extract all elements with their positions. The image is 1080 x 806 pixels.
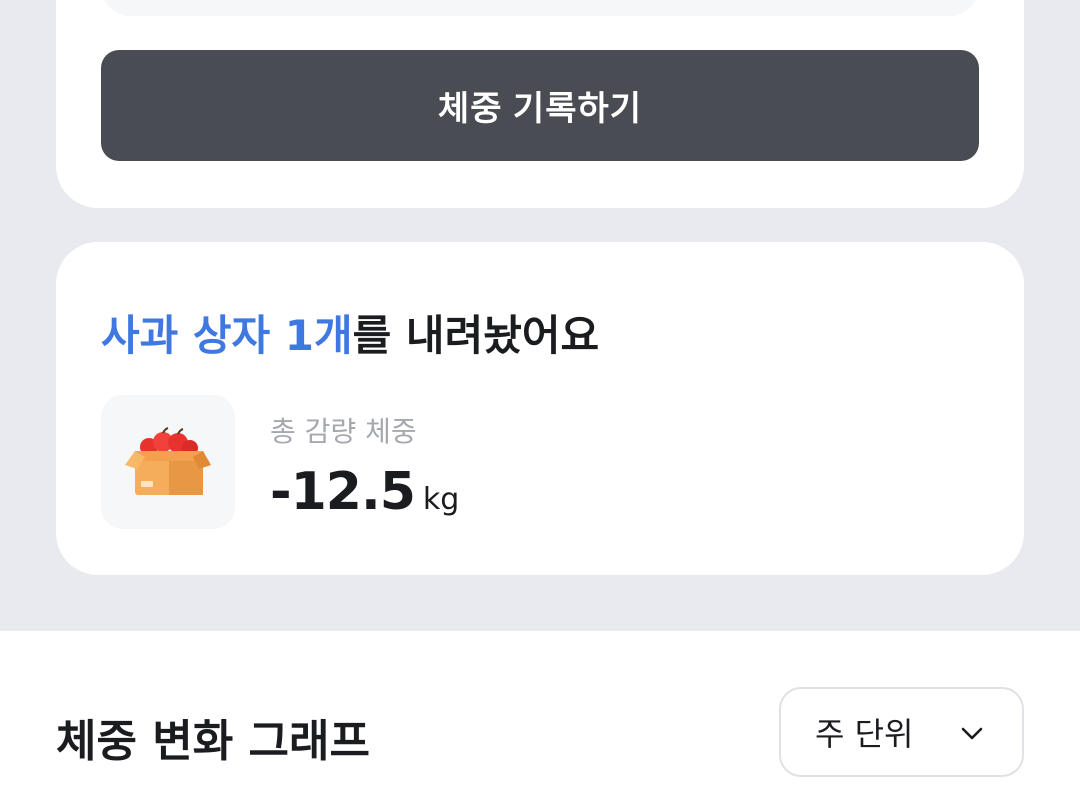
achievement-card: 사과 상자 1개를 내려놨어요 총 감량 체중 -12.5 kg [56, 242, 1024, 575]
apple-box-icon [125, 427, 211, 495]
total-loss-label: 총 감량 체중 [270, 415, 417, 448]
total-loss-unit: kg [422, 482, 460, 517]
graph-title: 체중 변화 그래프 [56, 716, 370, 767]
chevron-down-icon [961, 727, 983, 740]
apple-box-icon-container [101, 395, 235, 529]
page: 체중 기록하기 사과 상자 1개를 내려놨어요 총 감량 체중 -12.5 kg… [0, 0, 1080, 806]
weight-entry-card: 체중 기록하기 [56, 0, 1024, 208]
period-dropdown[interactable]: 주 단위 [779, 687, 1024, 777]
record-weight-button[interactable]: 체중 기록하기 [101, 50, 979, 161]
achievement-title-highlight: 사과 상자 1개 [101, 311, 353, 360]
total-loss-value: -12.5 [270, 462, 416, 522]
achievement-title-rest: 를 내려놨어요 [352, 311, 600, 360]
weight-graph-section: 체중 변화 그래프 주 단위 [0, 631, 1080, 806]
total-loss-value-row: -12.5 kg [270, 462, 459, 522]
achievement-title: 사과 상자 1개를 내려놨어요 [101, 302, 599, 363]
period-dropdown-label: 주 단위 [815, 715, 914, 753]
weight-input-area[interactable] [102, 0, 978, 16]
